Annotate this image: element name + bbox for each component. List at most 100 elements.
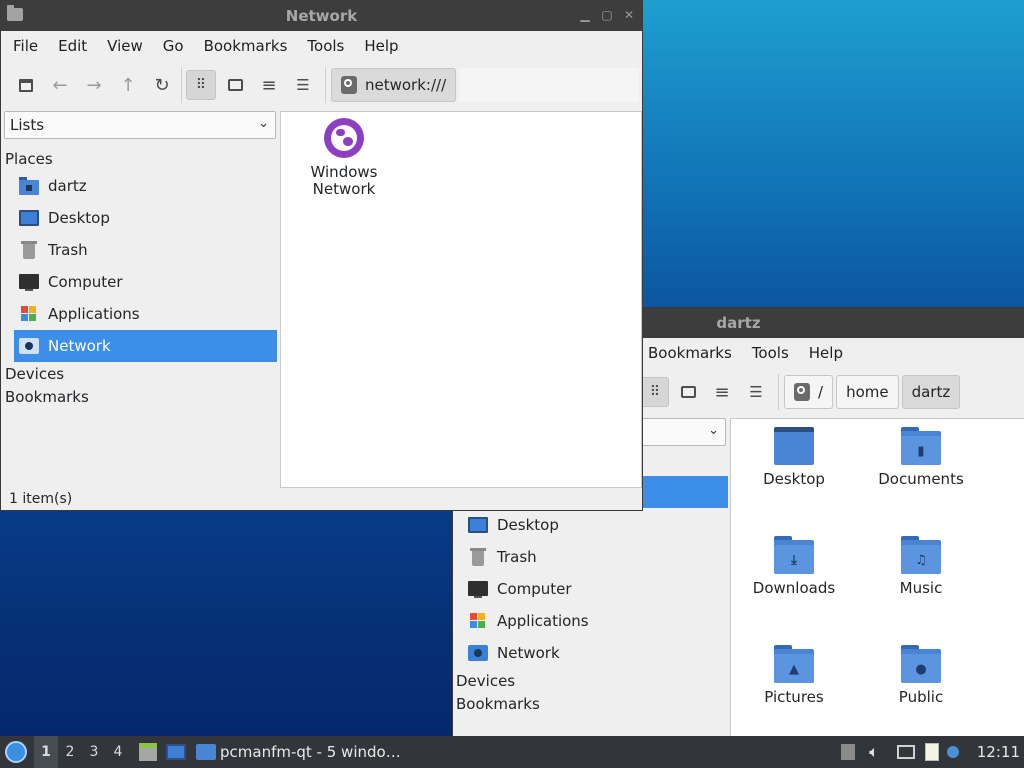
reload-button[interactable]: ↻ [147, 70, 177, 100]
path-bar-filler[interactable] [459, 68, 640, 102]
toolbar-separator [778, 374, 779, 410]
arrow-up-icon: ↑ [120, 74, 136, 96]
sidebar-section-bookmarks[interactable]: Bookmarks [456, 695, 540, 713]
sidebar-item-trash[interactable]: Trash [14, 234, 277, 266]
clipboard-icon[interactable] [924, 743, 939, 761]
desktop-icon [166, 744, 186, 760]
menu-tools[interactable]: Tools [742, 344, 799, 362]
sidebar-section-devices[interactable]: Devices [456, 672, 515, 690]
update-notifier-icon[interactable] [946, 746, 959, 758]
up-button[interactable]: ↑ [113, 70, 143, 100]
minimize-button[interactable]: ▁ [576, 6, 594, 24]
folder-label: Public [898, 688, 944, 706]
task-label: pcmanfm-qt - 5 windo… [220, 743, 401, 761]
workspace-2[interactable]: 2 [58, 744, 82, 760]
menu-go[interactable]: Go [153, 37, 194, 55]
clock[interactable]: 12:11 [977, 743, 1020, 761]
lubuntu-logo-icon [5, 741, 27, 763]
network-titlebar[interactable]: Network ▁ ▢ ✕ [1, 1, 642, 31]
workspace-3[interactable]: 3 [82, 744, 106, 760]
arrow-left-icon: ← [52, 74, 68, 96]
trash-icon [468, 548, 488, 566]
menu-file[interactable]: File [3, 37, 48, 55]
sidebar-item-label: Computer [497, 580, 572, 598]
path-dartz-label: dartz [911, 383, 951, 401]
folder-item-music[interactable]: ♫ Music [866, 536, 976, 597]
dartz-file-view[interactable]: Desktop ▮ Documents ⤓ Downloads ♫ Music … [730, 418, 1024, 737]
sidebar-item-network[interactable]: Network [14, 330, 277, 362]
menu-tools[interactable]: Tools [297, 37, 354, 55]
network-status-icon[interactable] [896, 745, 915, 759]
sidebar-item-home[interactable]: dartz [14, 170, 277, 202]
workspace-1[interactable]: 1 [34, 736, 58, 768]
new-tab-button[interactable] [11, 70, 41, 100]
sidebar-item-applications[interactable]: Applications [463, 605, 723, 637]
menu-view[interactable]: View [97, 37, 153, 55]
detailed-view-button[interactable]: ☰ [288, 70, 318, 100]
volume-icon[interactable]: 🔈︎ [869, 742, 879, 762]
icon-view-button[interactable]: ⠿ [641, 377, 669, 407]
path-home-button[interactable]: home [836, 375, 899, 409]
close-button[interactable]: ✕ [620, 6, 638, 24]
menu-edit[interactable]: Edit [48, 37, 97, 55]
file-item-label-line1: Windows [310, 163, 378, 181]
reload-icon: ↻ [154, 74, 170, 96]
folder-item-pictures[interactable]: ▲ Pictures [739, 645, 849, 706]
image-icon [227, 79, 243, 91]
thumbnail-view-button[interactable] [673, 377, 703, 407]
sidebar-section-bookmarks[interactable]: Bookmarks [5, 388, 89, 406]
music-folder-icon: ♫ [901, 536, 941, 574]
path-dartz-button[interactable]: dartz [901, 375, 961, 409]
side-pane-mode-select[interactable]: ⌄ [633, 418, 726, 446]
sidebar-section-places[interactable]: Places [5, 150, 53, 168]
workspace-4[interactable]: 4 [106, 744, 130, 760]
forward-button[interactable]: → [79, 70, 109, 100]
chevron-down-icon: ⌄ [708, 423, 719, 438]
folder-item-documents[interactable]: ▮ Documents [866, 427, 976, 488]
compact-view-button[interactable]: ≡ [707, 377, 737, 407]
list-icon: ☰ [749, 383, 763, 401]
taskbar: 1 2 3 4 pcmanfm-qt - 5 windo… 🔈︎ 12:11 [0, 736, 1024, 768]
sidebar-item-computer[interactable]: Computer [14, 266, 277, 298]
folder-item-downloads[interactable]: ⤓ Downloads [739, 536, 849, 597]
sidebar-item-desktop[interactable]: Desktop [463, 509, 723, 541]
path-root-button[interactable]: / [784, 375, 834, 409]
sidebar-item-desktop[interactable]: Desktop [14, 202, 277, 234]
menu-help[interactable]: Help [799, 344, 853, 362]
sidebar-item-network[interactable]: Network [463, 637, 723, 669]
thumbnail-view-button[interactable] [220, 70, 250, 100]
show-desktop-launcher[interactable] [162, 736, 190, 768]
folder-item-public[interactable]: ● Public [866, 645, 976, 706]
network-file-view[interactable]: Windows Network [280, 111, 642, 488]
menu-bookmarks[interactable]: Bookmarks [638, 344, 742, 362]
path-home-label: home [846, 383, 889, 401]
icon-view-button[interactable]: ⠿ [186, 70, 216, 100]
sidebar-item-selected[interactable] [633, 476, 728, 508]
file-cabinet-icon [139, 743, 157, 761]
menu-help[interactable]: Help [354, 37, 408, 55]
sidebar-section-devices[interactable]: Devices [5, 365, 64, 383]
taskbar-task-pcmanfm[interactable]: pcmanfm-qt - 5 windo… [196, 736, 409, 768]
file-item-windows-network[interactable]: Windows Network [289, 118, 399, 198]
detailed-view-button[interactable]: ☰ [741, 377, 771, 407]
file-manager-launcher[interactable] [134, 736, 162, 768]
side-pane-mode-select[interactable]: Lists ⌄ [4, 111, 276, 139]
network-menubar: File Edit View Go Bookmarks Tools Help [1, 31, 642, 61]
path-network-button[interactable]: network:/// [331, 68, 457, 102]
computer-icon [19, 273, 39, 291]
folder-item-desktop[interactable]: Desktop [739, 427, 849, 488]
maximize-button[interactable]: ▢ [598, 6, 616, 24]
tray-eject-icon[interactable] [841, 744, 856, 760]
desktop-folder-icon [774, 427, 814, 465]
drive-icon [794, 383, 810, 401]
window-controls: ▁ ▢ ✕ [576, 6, 638, 24]
menu-bookmarks[interactable]: Bookmarks [194, 37, 298, 55]
start-menu-button[interactable] [0, 736, 32, 768]
list-icon: ☰ [296, 76, 310, 94]
sidebar-item-trash[interactable]: Trash [463, 541, 723, 573]
sidebar-item-computer[interactable]: Computer [463, 573, 723, 605]
back-button[interactable]: ← [45, 70, 75, 100]
public-folder-icon: ● [901, 645, 941, 683]
compact-view-button[interactable]: ≡ [254, 70, 284, 100]
sidebar-item-applications[interactable]: Applications [14, 298, 277, 330]
